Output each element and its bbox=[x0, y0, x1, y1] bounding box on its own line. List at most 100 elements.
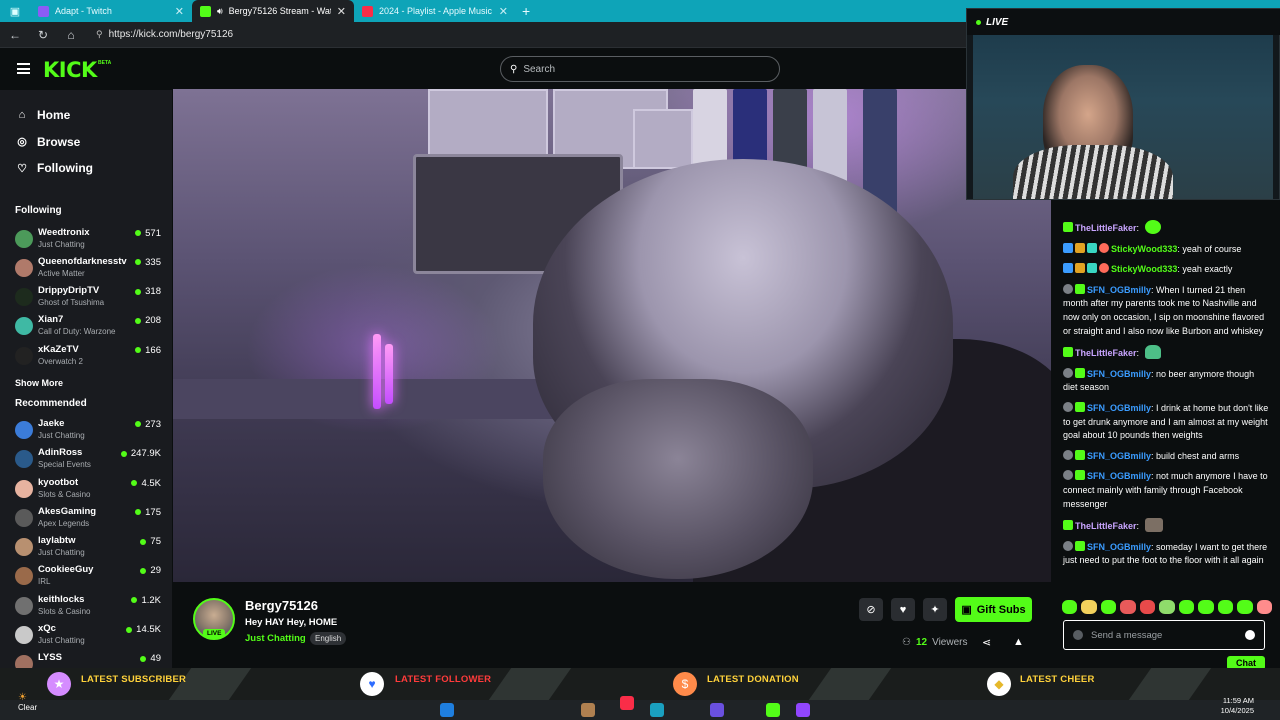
sidebar-channel[interactable]: Queenofdarknesstv Active Matter 335 bbox=[0, 253, 172, 282]
sidebar-channel[interactable]: Weedtronix Just Chatting 571 bbox=[0, 224, 172, 253]
emote-icon[interactable] bbox=[1100, 600, 1117, 614]
report-icon[interactable]: ▲ bbox=[1013, 636, 1024, 648]
chat-badge-icon[interactable] bbox=[1087, 242, 1097, 253]
chat-emote-icon[interactable] bbox=[1144, 345, 1161, 360]
sidebar-channel[interactable]: LYSS 49 bbox=[0, 649, 172, 668]
sidebar-item-browse[interactable]: ◎ Browse bbox=[0, 129, 172, 156]
chat-badge-icon[interactable] bbox=[1075, 401, 1085, 412]
kick-icon[interactable] bbox=[766, 703, 780, 717]
kick-logo[interactable]: KICK bbox=[43, 58, 97, 82]
new-tab-button[interactable]: + bbox=[516, 3, 530, 19]
chat-badge-icon[interactable] bbox=[1099, 263, 1109, 274]
tab-twitch[interactable]: Adapt - Twitch ✕ bbox=[30, 0, 192, 22]
chat-badge-icon[interactable] bbox=[1075, 449, 1085, 460]
chat-username[interactable]: SFN_OGBmilly bbox=[1087, 369, 1151, 379]
sidebar-channel[interactable]: keithlocks Slots & Casino 1.2K bbox=[0, 591, 172, 620]
chat-badge-icon[interactable] bbox=[1063, 401, 1073, 412]
sidebar-channel[interactable]: Jaeke Just Chatting 273 bbox=[0, 415, 172, 444]
close-tab-icon[interactable]: ✕ bbox=[175, 5, 184, 18]
emoji-icon[interactable] bbox=[1245, 630, 1255, 640]
emote-icon[interactable] bbox=[1178, 600, 1195, 614]
chat-username[interactable]: StickyWood333 bbox=[1111, 264, 1177, 274]
sidebar-channel[interactable]: Xian7 Call of Duty: Warzone 208 bbox=[0, 311, 172, 340]
chat-badge-icon[interactable] bbox=[1087, 263, 1097, 274]
speaker-icon[interactable]: 🔊︎ bbox=[217, 6, 223, 17]
weather-text[interactable]: Clear bbox=[18, 703, 37, 712]
taskbar-app-icon[interactable] bbox=[581, 703, 595, 717]
chat-badge-icon[interactable] bbox=[1063, 470, 1073, 481]
sidebar-channel[interactable]: kyootbot Slots & Casino 4.5K bbox=[0, 474, 172, 503]
emote-icon[interactable] bbox=[1139, 600, 1156, 614]
site-info-icon[interactable]: ⚲ bbox=[96, 29, 103, 40]
chat-username[interactable]: StickyWood333 bbox=[1111, 244, 1177, 254]
twitch-icon[interactable] bbox=[796, 703, 810, 717]
emote-icon[interactable] bbox=[1081, 600, 1097, 614]
chat-input[interactable]: Send a message bbox=[1063, 620, 1265, 650]
chat-username[interactable]: TheLittleFaker bbox=[1075, 223, 1137, 233]
picture-in-picture[interactable]: LIVE bbox=[966, 8, 1280, 200]
chat-username[interactable]: TheLittleFaker bbox=[1075, 521, 1137, 531]
chat-badge-icon[interactable] bbox=[1063, 449, 1073, 460]
notifications-off-icon[interactable]: ⊘ bbox=[859, 598, 883, 621]
emote-icon[interactable] bbox=[1062, 600, 1078, 614]
back-icon[interactable]: ← bbox=[8, 28, 22, 42]
chat-badge-icon[interactable] bbox=[1063, 540, 1073, 551]
tab-kick[interactable]: 🔊︎ Bergy75126 Stream - Watch ✕ bbox=[192, 0, 354, 22]
sidebar-channel[interactable]: AkesGaming Apex Legends 175 bbox=[0, 503, 172, 532]
emote-icon[interactable] bbox=[1256, 600, 1272, 614]
chat-emote-icon[interactable] bbox=[1144, 518, 1163, 533]
search-input[interactable]: ⚲ Search bbox=[500, 56, 780, 82]
chat-badge-icon[interactable] bbox=[1063, 520, 1073, 531]
sidebar-channel[interactable]: laylabtw Just Chatting 75 bbox=[0, 532, 172, 561]
show-more-button[interactable]: Show More bbox=[0, 373, 172, 393]
menu-icon[interactable] bbox=[17, 63, 30, 74]
chat-badge-icon[interactable] bbox=[1075, 242, 1085, 253]
home-icon[interactable]: ⌂ bbox=[64, 28, 78, 42]
emote-icon[interactable] bbox=[1237, 600, 1253, 614]
chat-badge-icon[interactable] bbox=[1075, 367, 1085, 378]
chat-username[interactable]: TheLittleFaker bbox=[1075, 348, 1137, 358]
tab-actions-icon[interactable]: ▣ bbox=[0, 0, 30, 22]
music-icon[interactable] bbox=[620, 696, 634, 710]
chat-username[interactable]: SFN_OGBmilly bbox=[1087, 451, 1151, 461]
emote-icon[interactable] bbox=[1120, 600, 1136, 614]
sidebar-item-home[interactable]: ⌂ Home bbox=[0, 102, 172, 129]
sidebar-channel[interactable]: AdinRoss Special Events 247.9K bbox=[0, 444, 172, 473]
emote-icon[interactable] bbox=[1159, 600, 1175, 614]
sidebar-channel[interactable]: CookieeGuy IRL 29 bbox=[0, 561, 172, 590]
start-icon[interactable] bbox=[440, 703, 454, 717]
chat-badge-icon[interactable] bbox=[1075, 283, 1085, 294]
url-field[interactable]: ⚲ https://kick.com/bergy75126 bbox=[92, 24, 992, 45]
follow-heart-icon[interactable]: ♥ bbox=[891, 598, 915, 621]
clock[interactable]: 11:59 AM 10/4/2025 bbox=[1221, 696, 1254, 716]
emote-icon[interactable] bbox=[1217, 600, 1234, 614]
chat-username[interactable]: SFN_OGBmilly bbox=[1087, 403, 1151, 413]
language-tag[interactable]: English bbox=[310, 632, 347, 645]
sidebar-item-following[interactable]: ♡ Following bbox=[0, 155, 172, 182]
chat-badge-icon[interactable] bbox=[1063, 222, 1073, 232]
chat-emote-icon[interactable] bbox=[1144, 220, 1161, 234]
chat-badge-icon[interactable] bbox=[1063, 283, 1073, 294]
sidebar-channel[interactable]: xQc Just Chatting 14.5K bbox=[0, 620, 172, 649]
pip-video[interactable] bbox=[973, 35, 1273, 199]
reload-icon[interactable]: ↻ bbox=[36, 28, 50, 42]
chat-badge-icon[interactable] bbox=[1063, 263, 1073, 274]
gift-subs-button[interactable]: ▣ Gift Subs bbox=[955, 597, 1032, 622]
sidebar-channel[interactable]: DrippyDripTV Ghost of Tsushima 318 bbox=[0, 282, 172, 311]
sparkle-icon[interactable]: ✦ bbox=[923, 598, 947, 621]
chat-badge-icon[interactable] bbox=[1063, 367, 1073, 378]
chat-badge-icon[interactable] bbox=[1099, 242, 1109, 253]
close-tab-icon[interactable]: ✕ bbox=[337, 5, 346, 18]
chat-badge-icon[interactable] bbox=[1075, 263, 1085, 274]
taskbar-app-icon[interactable] bbox=[710, 703, 724, 717]
chat-username[interactable]: SFN_OGBmilly bbox=[1087, 542, 1151, 552]
emote-icon[interactable] bbox=[1198, 600, 1214, 614]
streamer-name[interactable]: Bergy75126 bbox=[245, 598, 318, 613]
tab-apple-music[interactable]: 2024 - Playlist - Apple Music ✕ bbox=[354, 0, 516, 22]
chat-badge-icon[interactable] bbox=[1063, 242, 1073, 253]
taskbar-app-icon[interactable] bbox=[650, 703, 664, 717]
stream-category[interactable]: Just Chatting bbox=[245, 633, 306, 644]
video-player[interactable] bbox=[173, 89, 1051, 582]
close-tab-icon[interactable]: ✕ bbox=[499, 5, 508, 18]
share-icon[interactable]: ⋖ bbox=[982, 636, 991, 649]
